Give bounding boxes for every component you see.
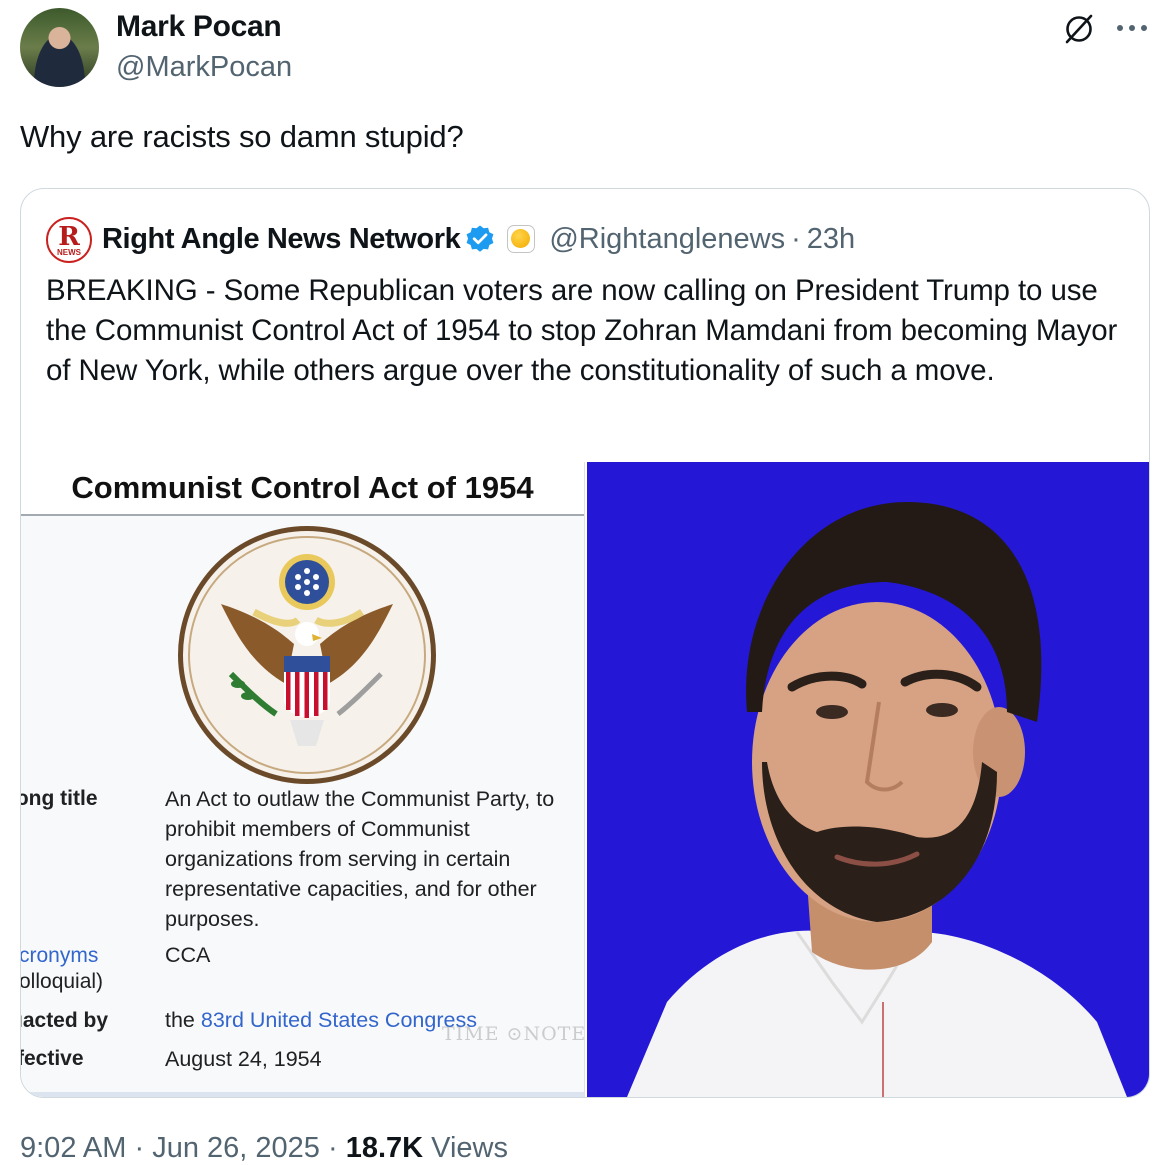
quote-header: Right Angle News Network @Rightanglenews… [102, 219, 855, 259]
affiliate-badge-icon[interactable] [507, 225, 536, 253]
portrait-image[interactable] [587, 462, 1149, 1097]
meta-sep-2: · [327, 1132, 338, 1164]
tweet-time[interactable]: 9:02 AM [20, 1132, 126, 1164]
infobox-value-effective: August 24, 1954 [165, 1047, 322, 1071]
enacted-prefix: the [165, 1008, 201, 1032]
great-seal-icon [178, 526, 436, 784]
quoted-tweet-card[interactable]: R NEWS Right Angle News Network @Rightan… [20, 188, 1150, 1098]
infobox-value-long-title: An Act to outlaw the Communist Party, to… [165, 787, 555, 931]
separator-dot: · [791, 222, 801, 255]
quote-timestamp[interactable]: 23h [807, 223, 855, 256]
tweet-meta: 9:02 AM · Jun 26, 2025 · 18.7K Views [20, 1132, 508, 1165]
watermark: TIME ⊙NOTE [442, 1023, 587, 1045]
infobox-label-enacted-by: ıacted by [20, 1009, 109, 1032]
meta-sep-1: · [134, 1132, 145, 1164]
logo-small-text: NEWS [57, 248, 81, 257]
infobox-label-long-title: ɔng title [20, 787, 98, 810]
infobox-image[interactable]: Communist Control Act of 1954 ɔng title … [21, 462, 585, 1097]
tweet-date[interactable]: Jun 26, 2025 [152, 1132, 320, 1164]
infobox-value-acronyms: CCA [165, 943, 211, 967]
infobox-label-acronyms[interactable]: cronyms [21, 944, 98, 968]
congress-link[interactable]: 83rd United States Congress [201, 1008, 477, 1032]
portrait-illustration [627, 502, 1127, 1097]
verified-badge-icon [466, 225, 494, 252]
grok-icon[interactable] [1063, 13, 1095, 45]
tweet-text: Why are racists so damn stupid? [20, 119, 464, 154]
views-count: 18.7K [345, 1132, 424, 1164]
infobox-label-effective: fective [20, 1047, 84, 1070]
author-avatar[interactable] [20, 8, 99, 87]
infobox-label-colloquial: olloquial) [20, 970, 104, 993]
author-handle[interactable]: @MarkPocan [116, 51, 292, 84]
quote-author-avatar[interactable]: R NEWS [46, 217, 92, 263]
infobox-bottom-bar [21, 1092, 584, 1097]
infobox-value-enacted-by: the 83rd United States Congress [165, 1005, 477, 1035]
author-name[interactable]: Mark Pocan [116, 10, 282, 44]
quote-author-name[interactable]: Right Angle News Network [102, 223, 461, 256]
quote-author-handle[interactable]: @Rightanglenews [549, 223, 785, 256]
infobox-title: Communist Control Act of 1954 [71, 470, 534, 505]
infobox-title-bar: Communist Control Act of 1954 [21, 462, 584, 516]
quote-text: BREAKING - Some Republican voters are no… [46, 274, 1118, 387]
views-label: Views [431, 1132, 508, 1164]
more-icon[interactable] [1113, 14, 1151, 42]
